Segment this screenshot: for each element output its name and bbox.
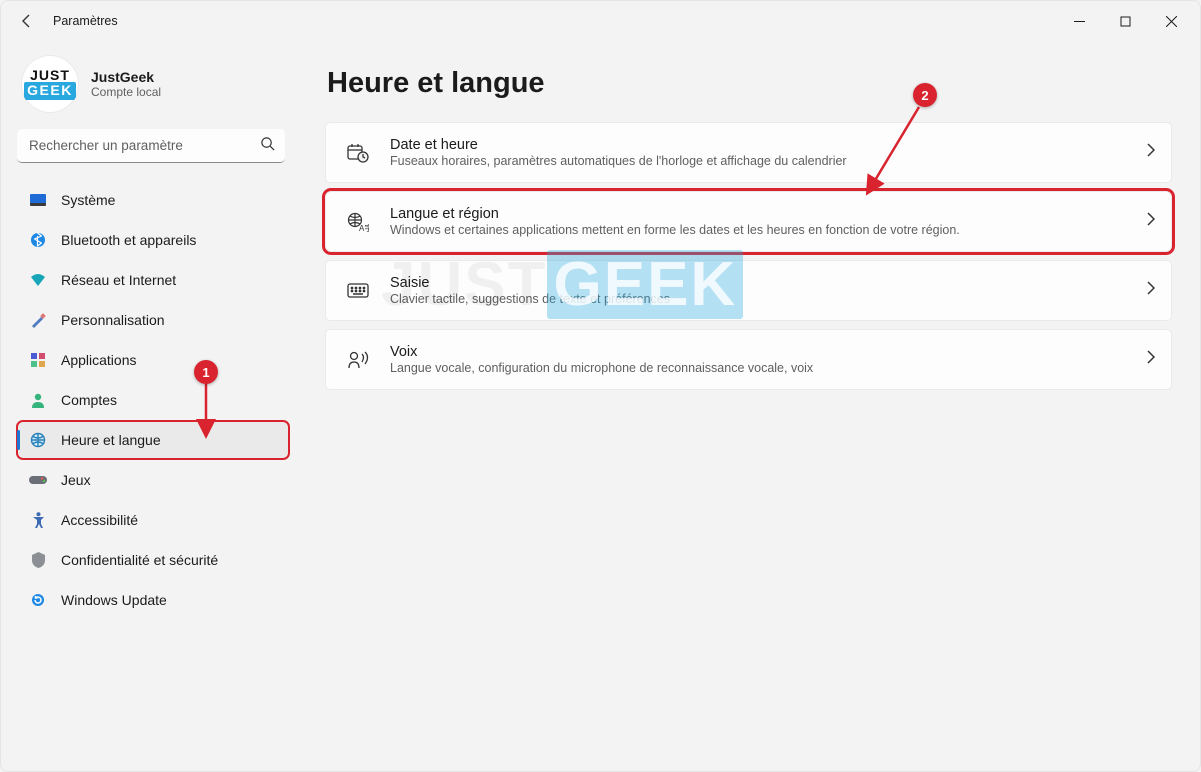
chevron-right-icon xyxy=(1146,212,1155,231)
wifi-icon xyxy=(29,273,47,287)
chevron-right-icon xyxy=(1146,350,1155,369)
maximize-icon xyxy=(1120,16,1131,27)
globe-clock-icon xyxy=(29,432,47,448)
sidebar-item-label: Réseau et Internet xyxy=(61,272,176,288)
profile-text: JustGeek Compte local xyxy=(91,69,161,99)
search-input[interactable] xyxy=(17,129,285,163)
card-desc: Fuseaux horaires, paramètres automatique… xyxy=(390,154,1128,168)
sidebar-item-windows-update[interactable]: Windows Update xyxy=(17,581,289,619)
search-icon xyxy=(260,136,275,156)
profile-name: JustGeek xyxy=(91,69,161,85)
window-title: Paramètres xyxy=(53,14,118,28)
arrow-left-icon xyxy=(19,13,35,29)
profile-account-type: Compte local xyxy=(91,85,161,99)
card-voice[interactable]: Voix Langue vocale, configuration du mic… xyxy=(325,329,1172,390)
minimize-button[interactable] xyxy=(1056,5,1102,37)
sidebar-item-label: Système xyxy=(61,192,115,208)
sidebar-item-accounts[interactable]: Comptes xyxy=(17,381,289,419)
card-text: Saisie Clavier tactile, suggestions de t… xyxy=(390,275,1128,306)
keyboard-icon xyxy=(344,283,372,299)
speech-icon xyxy=(344,350,372,370)
close-button[interactable] xyxy=(1148,5,1194,37)
card-typing[interactable]: Saisie Clavier tactile, suggestions de t… xyxy=(325,260,1172,321)
sidebar-nav: Système Bluetooth et appareils Réseau et… xyxy=(17,181,289,621)
paintbrush-icon xyxy=(29,312,47,328)
card-desc: Clavier tactile, suggestions de texte et… xyxy=(390,292,1128,306)
chevron-right-icon xyxy=(1146,281,1155,300)
bluetooth-icon xyxy=(29,232,47,248)
card-desc: Langue vocale, configuration du micropho… xyxy=(390,361,1128,375)
avatar-text-top: JUST xyxy=(30,68,70,82)
card-language-region[interactable]: A字 Langue et région Windows et certaines… xyxy=(325,191,1172,252)
sidebar-item-apps[interactable]: Applications xyxy=(17,341,289,379)
person-icon xyxy=(29,393,47,408)
card-date-time[interactable]: Date et heure Fuseaux horaires, paramètr… xyxy=(325,122,1172,183)
window-controls xyxy=(1056,5,1194,37)
card-text: Date et heure Fuseaux horaires, paramètr… xyxy=(390,137,1128,168)
settings-window: Paramètres JUST GEEK JustGeek xyxy=(0,0,1201,772)
sidebar-item-label: Comptes xyxy=(61,392,117,408)
avatar-text-bottom: GEEK xyxy=(24,82,76,99)
sidebar-item-label: Jeux xyxy=(61,472,91,488)
sidebar-item-label: Personnalisation xyxy=(61,312,165,328)
sidebar-item-label: Confidentialité et sécurité xyxy=(61,552,218,568)
card-title: Langue et région xyxy=(390,206,1128,222)
maximize-button[interactable] xyxy=(1102,5,1148,37)
sidebar-item-gaming[interactable]: Jeux xyxy=(17,461,289,499)
minimize-icon xyxy=(1074,16,1085,27)
monitor-icon xyxy=(29,194,47,206)
sidebar-item-bluetooth[interactable]: Bluetooth et appareils xyxy=(17,221,289,259)
sidebar-item-label: Heure et langue xyxy=(61,432,161,448)
update-icon xyxy=(29,592,47,608)
sidebar-item-accessibility[interactable]: Accessibilité xyxy=(17,501,289,539)
profile-block[interactable]: JUST GEEK JustGeek Compte local xyxy=(17,51,289,127)
sidebar-item-personalization[interactable]: Personnalisation xyxy=(17,301,289,339)
avatar: JUST GEEK xyxy=(21,55,79,113)
sidebar-item-privacy[interactable]: Confidentialité et sécurité xyxy=(17,541,289,579)
back-button[interactable] xyxy=(7,1,47,41)
calendar-clock-icon xyxy=(344,143,372,163)
card-title: Voix xyxy=(390,344,1128,360)
close-icon xyxy=(1166,16,1177,27)
card-title: Date et heure xyxy=(390,137,1128,153)
sidebar-item-system[interactable]: Système xyxy=(17,181,289,219)
card-text: Voix Langue vocale, configuration du mic… xyxy=(390,344,1128,375)
annotation-callout-1: 1 xyxy=(194,360,218,384)
accessibility-icon xyxy=(29,512,47,528)
page-title: Heure et langue xyxy=(327,67,1172,100)
sidebar-item-label: Windows Update xyxy=(61,592,167,608)
svg-text:A字: A字 xyxy=(359,223,369,232)
globe-language-icon: A字 xyxy=(344,212,372,232)
sidebar-item-label: Accessibilité xyxy=(61,512,138,528)
search-box xyxy=(17,129,285,163)
shield-icon xyxy=(29,552,47,568)
sidebar-item-label: Bluetooth et appareils xyxy=(61,232,196,248)
sidebar-item-time-language[interactable]: Heure et langue xyxy=(17,421,289,459)
sidebar: JUST GEEK JustGeek Compte local Système xyxy=(1,41,301,771)
sidebar-item-label: Applications xyxy=(61,352,137,368)
chevron-right-icon xyxy=(1146,143,1155,162)
gamepad-icon xyxy=(29,474,47,486)
title-bar: Paramètres xyxy=(1,1,1200,41)
card-desc: Windows et certaines applications metten… xyxy=(390,223,1128,237)
card-text: Langue et région Windows et certaines ap… xyxy=(390,206,1128,237)
card-title: Saisie xyxy=(390,275,1128,291)
apps-icon xyxy=(29,353,47,368)
annotation-callout-2: 2 xyxy=(913,83,937,107)
content-area: Heure et langue Date et heure Fuseaux ho… xyxy=(301,41,1200,771)
sidebar-item-network[interactable]: Réseau et Internet xyxy=(17,261,289,299)
